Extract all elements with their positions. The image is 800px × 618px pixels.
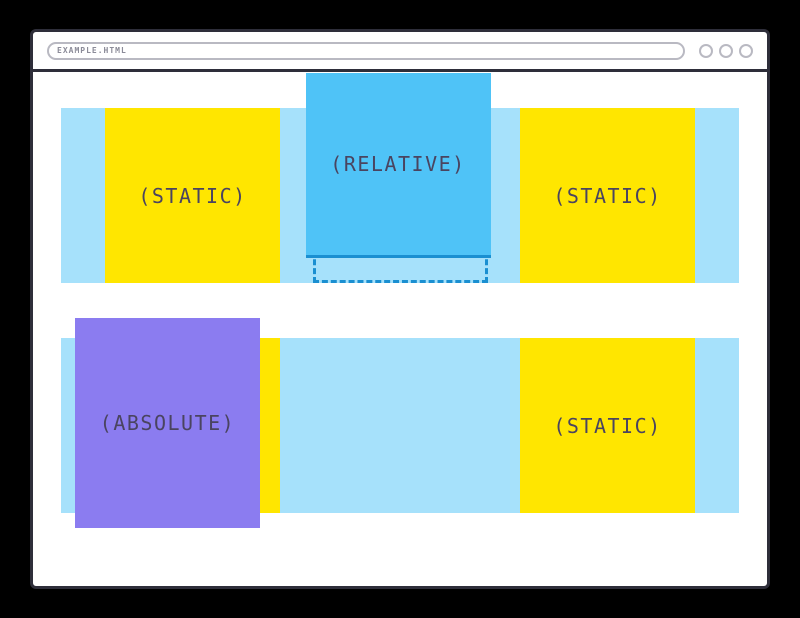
browser-window: EXAMPLE.HTML (STATIC) (RELATIVE) (STATIC…	[30, 29, 770, 589]
titlebar: EXAMPLE.HTML	[33, 32, 767, 72]
static-box: (STATIC)	[520, 108, 695, 283]
window-control-dot[interactable]	[739, 44, 753, 58]
absolute-box: (ABSOLUTE)	[75, 318, 260, 528]
relative-ghost-box: (RELATIVE)	[313, 108, 488, 283]
spacer-box	[313, 338, 488, 513]
window-controls	[699, 44, 753, 58]
relative-box: (RELATIVE)	[306, 73, 491, 258]
page-content: (STATIC) (RELATIVE) (STATIC) (ABSOLUTE) …	[33, 72, 767, 586]
box-label: (ABSOLUTE)	[100, 411, 235, 435]
box-label: (STATIC)	[138, 184, 246, 208]
box-label: (RELATIVE)	[330, 152, 465, 176]
window-control-dot[interactable]	[699, 44, 713, 58]
box-label: (STATIC)	[553, 184, 661, 208]
window-control-dot[interactable]	[719, 44, 733, 58]
box-label: (STATIC)	[553, 414, 661, 438]
row-top: (STATIC) (RELATIVE) (STATIC)	[61, 108, 739, 283]
address-bar[interactable]: EXAMPLE.HTML	[47, 42, 685, 60]
static-box: (STATIC)	[520, 338, 695, 513]
static-box: (ABSOLUTE)	[105, 338, 280, 513]
row-bottom: (ABSOLUTE) (STATIC)	[61, 338, 739, 513]
static-box: (STATIC)	[105, 108, 280, 283]
